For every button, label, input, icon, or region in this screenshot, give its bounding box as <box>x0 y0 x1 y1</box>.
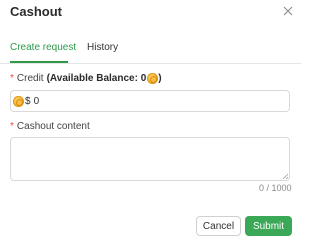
tab-create-request[interactable]: Create request <box>10 42 76 53</box>
character-count: 0 / 1000 <box>259 183 292 193</box>
close-button[interactable] <box>277 1 299 21</box>
credit-input[interactable]: $ 0 <box>10 90 290 112</box>
tab-divider <box>0 63 301 64</box>
coin-icon <box>147 73 159 84</box>
tab-bar: Create request History <box>0 34 301 64</box>
cashout-content-label: * Cashout content <box>10 121 90 132</box>
credit-label-text: Credit <box>16 73 44 84</box>
required-mark: * <box>10 121 14 132</box>
required-mark: * <box>10 73 14 84</box>
credit-value: 0 <box>33 95 40 107</box>
credit-label: * Credit (Available Balance: 0 ) <box>10 73 162 84</box>
cashout-content-textarea[interactable] <box>10 137 290 181</box>
coin-icon <box>13 95 24 107</box>
close-icon <box>283 6 293 16</box>
cashout-content-label-text: Cashout content <box>16 121 90 132</box>
resize-handle-icon[interactable] <box>282 173 288 179</box>
currency-prefix: $ <box>25 95 31 107</box>
submit-button[interactable]: Submit <box>245 216 292 236</box>
tab-history[interactable]: History <box>87 42 118 53</box>
available-balance-text: (Available Balance: 0 <box>46 73 147 84</box>
dialog-title: Cashout <box>10 4 62 19</box>
cancel-button[interactable]: Cancel <box>196 216 241 236</box>
available-balance-close: ) <box>158 73 162 84</box>
